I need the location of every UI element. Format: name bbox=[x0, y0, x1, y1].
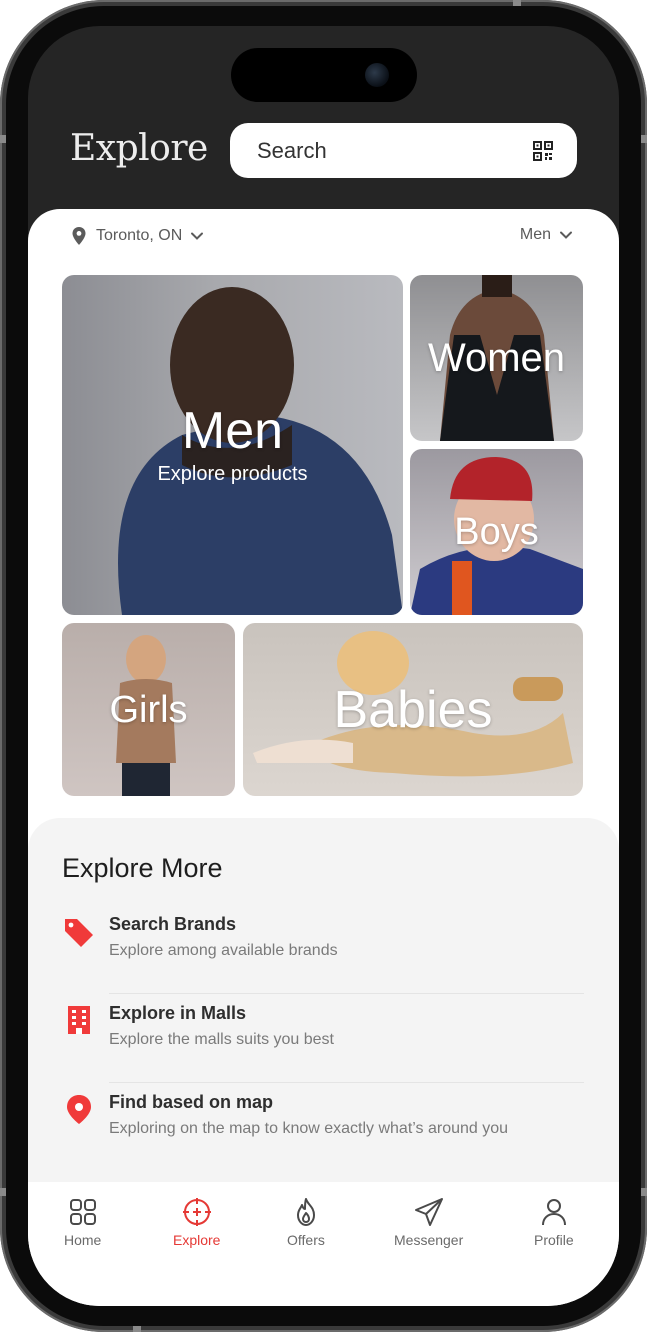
tag-icon bbox=[65, 919, 93, 947]
tile-men[interactable]: Men Explore products bbox=[62, 275, 403, 615]
tile-babies-label: Babies bbox=[333, 680, 493, 739]
tab-label: Explore bbox=[173, 1232, 221, 1248]
tile-boys[interactable]: Boys bbox=[410, 449, 583, 615]
tab-offers[interactable]: Offers bbox=[287, 1196, 325, 1248]
option-search-brands[interactable]: Search Brands Explore among available br… bbox=[62, 914, 584, 994]
qr-code-icon[interactable] bbox=[533, 140, 553, 161]
building-icon bbox=[68, 1006, 90, 1034]
tab-explore[interactable]: Explore bbox=[173, 1196, 220, 1248]
category-label: Men bbox=[519, 226, 551, 243]
location-pin-icon bbox=[72, 227, 86, 245]
crosshair-icon bbox=[182, 1198, 211, 1226]
category-selector[interactable]: Men bbox=[520, 226, 573, 244]
location-label: Toronto, ON bbox=[96, 227, 183, 244]
divider bbox=[109, 1082, 584, 1083]
grid-icon bbox=[69, 1199, 96, 1225]
tile-girls-label: Girls bbox=[109, 688, 188, 731]
location-selector[interactable]: Toronto, ON bbox=[70, 226, 204, 246]
search-input[interactable]: Search bbox=[230, 123, 577, 178]
tab-profile[interactable]: Profile bbox=[534, 1196, 574, 1248]
dynamic-island bbox=[231, 48, 417, 102]
tile-women-label: Women bbox=[427, 336, 566, 380]
tile-boys-label: Boys bbox=[454, 511, 539, 553]
tile-men-label: Men bbox=[181, 401, 284, 460]
page-title: Explore bbox=[70, 128, 208, 169]
option-subtitle: Explore among available brands bbox=[109, 942, 338, 959]
map-pin-icon bbox=[67, 1095, 91, 1124]
chevron-down-icon bbox=[560, 231, 572, 239]
divider bbox=[109, 993, 584, 994]
flame-icon bbox=[296, 1198, 315, 1226]
search-placeholder[interactable]: Search bbox=[257, 138, 533, 164]
tab-home[interactable]: Home bbox=[64, 1196, 101, 1248]
send-icon bbox=[414, 1198, 443, 1226]
tile-men-sub: Explore products bbox=[157, 462, 308, 485]
tab-label: Offers bbox=[287, 1232, 325, 1248]
phone-screen: Explore Search Toronto, ON Men Men Explo… bbox=[28, 26, 619, 1306]
option-find-on-map[interactable]: Find based on map Exploring on the map t… bbox=[62, 1092, 584, 1172]
option-explore-malls[interactable]: Explore in Malls Explore the malls suits… bbox=[62, 1003, 584, 1083]
option-title: Find based on map bbox=[109, 1092, 274, 1112]
tab-label: Home bbox=[64, 1232, 102, 1248]
option-subtitle: Exploring on the map to know exactly wha… bbox=[109, 1120, 509, 1137]
tile-women[interactable]: Women bbox=[410, 275, 583, 441]
tab-label: Profile bbox=[534, 1232, 574, 1248]
tile-girls[interactable]: Girls bbox=[62, 623, 235, 796]
option-subtitle: Explore the malls suits you best bbox=[109, 1031, 334, 1048]
tab-messenger[interactable]: Messenger bbox=[394, 1196, 463, 1248]
chevron-down-icon bbox=[191, 232, 204, 240]
bottom-tab-bar: Home Explore Offers Messenger Profile bbox=[28, 1182, 619, 1306]
camera-icon bbox=[365, 63, 389, 87]
option-title: Explore in Malls bbox=[109, 1003, 247, 1023]
explore-more-title: Explore More bbox=[62, 853, 223, 883]
user-icon bbox=[541, 1199, 566, 1226]
tab-label: Messenger bbox=[394, 1232, 464, 1248]
tile-babies[interactable]: Babies bbox=[243, 623, 583, 796]
option-title: Search Brands bbox=[109, 914, 237, 934]
